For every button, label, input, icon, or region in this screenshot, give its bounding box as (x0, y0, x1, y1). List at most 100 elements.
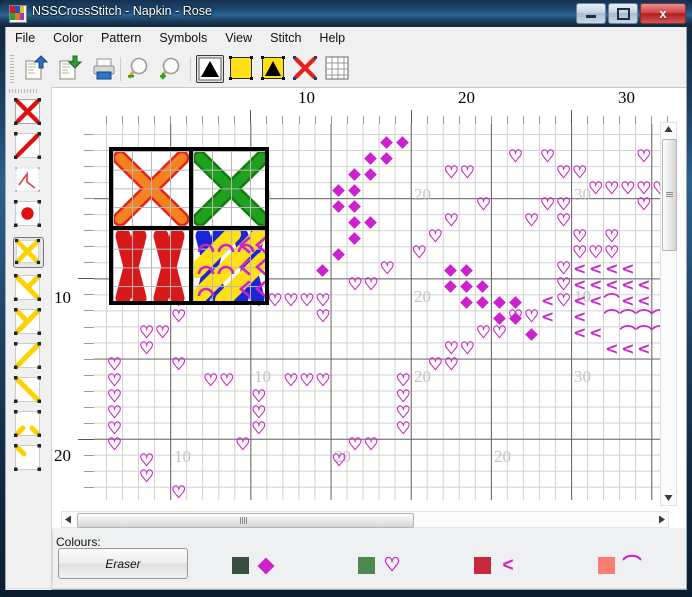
stitch-symbol-dia[interactable] (492, 295, 508, 311)
close-button[interactable]: x (640, 3, 686, 24)
stitch-symbol-hrt[interactable] (492, 325, 508, 343)
stitch-symbol-arc[interactable] (604, 310, 620, 327)
stitch-symbol-dia[interactable] (379, 151, 395, 167)
stitch-symbol-hrt[interactable] (604, 181, 620, 199)
stitch-symbol-hrt[interactable] (443, 165, 459, 183)
stitch-tool-quarter-pair[interactable] (13, 409, 44, 440)
stitch-symbol-dia[interactable] (363, 167, 379, 183)
scroll-down-button[interactable] (660, 491, 677, 505)
show-colour-and-symbols-button[interactable] (260, 55, 288, 83)
colour-swatch-box[interactable] (232, 557, 249, 574)
stitch-symbol-hrt[interactable] (508, 149, 524, 167)
stitch-symbol-hrt[interactable] (347, 437, 363, 455)
stitch-symbol-hrt[interactable] (395, 421, 411, 439)
toggle-grid-button[interactable] (324, 55, 352, 83)
stitch-tool-quarter-single[interactable] (13, 443, 44, 474)
menu-file[interactable]: File (6, 27, 44, 50)
stitch-symbol-hrt[interactable] (636, 197, 652, 215)
stitch-symbol-hrt[interactable] (315, 373, 331, 391)
stitch-symbol-hrt[interactable] (524, 309, 540, 327)
stitch-symbol-dia[interactable] (459, 279, 475, 295)
stitch-symbol-hrt[interactable] (540, 197, 556, 215)
stitch-symbol-dia[interactable] (363, 215, 379, 231)
stitch-symbol-lt[interactable] (572, 325, 588, 343)
stitch-symbol-hrt[interactable] (363, 437, 379, 455)
stitch-symbol-arc[interactable] (636, 326, 652, 343)
stitch-symbol-dia[interactable] (347, 215, 363, 231)
toolbar-grip[interactable] (10, 55, 14, 83)
stitch-symbol-dia[interactable] (331, 199, 347, 215)
stitch-symbol-hrt[interactable] (299, 373, 315, 391)
stitch-symbol-dia[interactable] (331, 247, 347, 263)
stitch-symbol-hrt[interactable] (443, 357, 459, 375)
stitch-symbol-dia[interactable] (363, 151, 379, 167)
stitch-symbol-hrt[interactable] (251, 421, 267, 439)
stitch-tool-backstitch[interactable] (13, 165, 44, 196)
stitch-symbol-lt[interactable] (540, 309, 556, 327)
stitch-symbol-dia[interactable] (443, 263, 459, 279)
stitch-symbol-lt[interactable] (604, 341, 620, 359)
stitch-symbol-hrt[interactable] (219, 373, 235, 391)
stitch-symbol-hrt[interactable] (363, 277, 379, 295)
stitch-symbol-hrt[interactable] (379, 261, 395, 279)
stitch-symbol-hrt[interactable] (347, 277, 363, 295)
stitch-symbol-lt[interactable] (588, 293, 604, 311)
canvas-vertical-scrollbar[interactable] (660, 122, 677, 506)
menu-stitch[interactable]: Stitch (261, 27, 310, 50)
stitch-tool-french-knot[interactable] (13, 199, 44, 230)
menu-pattern[interactable]: Pattern (92, 27, 150, 50)
stitch-symbol-hrt[interactable] (203, 373, 219, 391)
horizontal-scroll-thumb[interactable] (77, 513, 414, 528)
menu-view[interactable]: View (216, 27, 261, 50)
stitch-symbol-hrt[interactable] (315, 309, 331, 327)
stitch-symbol-hrt[interactable] (427, 229, 443, 247)
menu-help[interactable]: Help (310, 27, 354, 50)
pattern-canvas[interactable]: 102030102010102030102020 (52, 88, 686, 528)
clear-pattern-button[interactable] (292, 55, 320, 83)
colour-swatch-box[interactable] (598, 557, 615, 574)
stitch-symbol-hrt[interactable] (459, 165, 475, 183)
stitch-symbol-hrt[interactable] (524, 213, 540, 231)
stitch-symbol-dia[interactable] (524, 327, 540, 343)
stitch-symbol-dia[interactable] (347, 231, 363, 247)
stitch-symbol-hrt[interactable] (267, 293, 283, 311)
colour-swatch-dark-green[interactable] (232, 557, 280, 577)
stitch-symbol-hrt[interactable] (540, 149, 556, 167)
stitch-tool-half-cross-backslash[interactable] (13, 341, 44, 372)
show-colour-blocks-button[interactable] (228, 55, 256, 83)
scroll-right-button[interactable] (655, 511, 669, 528)
stitch-symbol-hrt[interactable] (556, 293, 572, 311)
stitch-symbol-hrt[interactable] (235, 437, 251, 455)
stitch-symbol-hrt[interactable] (556, 213, 572, 231)
zoom-out-button[interactable] (126, 55, 154, 83)
minimize-button[interactable] (576, 3, 606, 24)
stitch-tool-full-cross[interactable] (13, 237, 44, 268)
stitch-symbol-hrt[interactable] (139, 341, 155, 359)
stitch-symbol-dia[interactable] (347, 167, 363, 183)
stitch-symbol-hrt[interactable] (171, 485, 187, 500)
stitch-symbol-hrt[interactable] (443, 213, 459, 231)
stitch-symbol-dia[interactable] (315, 263, 331, 279)
stitch-symbol-hrt[interactable] (475, 197, 491, 215)
stitch-tool-three-quarter-b[interactable] (13, 307, 44, 338)
open-file-button[interactable] (22, 55, 50, 83)
stitch-symbol-hrt[interactable] (171, 357, 187, 375)
sidebar-grip[interactable] (9, 89, 37, 93)
colour-swatch-green[interactable]: ♡ (358, 555, 406, 577)
preview-cell-orange-full-cross[interactable] (113, 151, 189, 226)
stitch-symbol-hrt[interactable] (107, 437, 123, 455)
stitch-symbol-dia[interactable] (379, 135, 395, 151)
stitch-symbol-dia[interactable] (475, 295, 491, 311)
stitch-symbol-hrt[interactable] (588, 181, 604, 199)
colour-swatch-box[interactable] (474, 557, 491, 574)
colour-swatch-box[interactable] (358, 557, 375, 574)
stitch-symbol-hrt[interactable] (283, 373, 299, 391)
show-symbols-button[interactable] (196, 55, 224, 83)
stitch-symbol-hrt[interactable] (171, 309, 187, 327)
stitch-symbol-hrt[interactable] (475, 325, 491, 343)
stitch-symbol-dia[interactable] (459, 263, 475, 279)
menu-color[interactable]: Color (44, 27, 92, 50)
vertical-scroll-thumb[interactable] (662, 139, 677, 251)
magnified-stitch-preview[interactable] (109, 147, 269, 305)
stitch-symbol-hrt[interactable] (411, 245, 427, 263)
